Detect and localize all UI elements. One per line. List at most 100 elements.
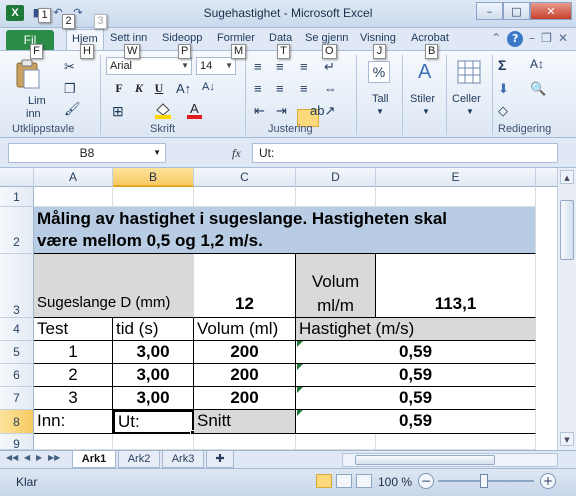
underline-button[interactable]: U (150, 79, 168, 97)
clear-icon[interactable]: ◇ (498, 103, 508, 119)
sheet-tab-ark3[interactable]: Ark3 (162, 451, 204, 468)
align-top-icon[interactable]: ≡ (254, 59, 262, 74)
fill-icon[interactable]: ⬇ (498, 81, 509, 97)
vertical-scroll-thumb[interactable] (560, 200, 574, 260)
cell-c5[interactable]: 200 (194, 341, 296, 364)
cell-c1[interactable] (194, 187, 296, 207)
cell-a5[interactable]: 1 (34, 341, 113, 364)
cell-a7[interactable]: 3 (34, 387, 113, 410)
sheet-tab-ark2[interactable]: Ark2 (118, 451, 160, 468)
column-header-e[interactable]: E (376, 168, 536, 187)
cell-c7[interactable]: 200 (194, 387, 296, 410)
cell-a1[interactable] (34, 187, 113, 207)
tab-review[interactable]: Se gjenn (305, 32, 348, 44)
align-left-icon[interactable]: ≡ (254, 81, 262, 96)
page-break-view-icon[interactable] (356, 474, 372, 488)
row-header-1[interactable]: 1 (0, 187, 34, 207)
font-size-select[interactable]: 14 ▼ (196, 57, 236, 75)
column-header-a[interactable]: A (34, 168, 113, 187)
horizontal-scroll-thumb[interactable] (355, 455, 495, 465)
cell-a4[interactable]: Test (34, 318, 113, 341)
cell-a8[interactable]: Inn: (34, 410, 113, 434)
cell-c8[interactable]: Snitt (194, 410, 296, 434)
column-header-c[interactable]: C (194, 168, 296, 187)
cell-b9[interactable] (113, 434, 194, 450)
name-box[interactable]: B8 ▼ (8, 143, 166, 163)
sort-filter-icon[interactable]: A↕ (530, 57, 544, 71)
tab-data[interactable]: Data (269, 32, 292, 44)
horizontal-scrollbar[interactable] (342, 453, 558, 467)
maximize-button[interactable]: □ (503, 2, 530, 20)
paste-label[interactable]: Lim (28, 95, 46, 107)
row-header-4[interactable]: 4 (0, 318, 34, 341)
column-header-d[interactable]: D (296, 168, 376, 187)
cell-d9[interactable] (296, 434, 376, 450)
close-button[interactable]: ✕ (530, 2, 572, 20)
cell-e3[interactable]: 113,1 (376, 254, 536, 318)
cell-e7[interactable]: 0,59 (296, 387, 536, 410)
format-painter-icon[interactable]: 🖌 (64, 101, 81, 117)
sheet-tab-ark1[interactable]: Ark1 (72, 451, 116, 468)
cell-b5[interactable]: 3,00 (113, 341, 194, 364)
font-name-select[interactable]: Arial ▼ (106, 57, 192, 75)
row-header-8[interactable]: 8 (0, 410, 34, 434)
font-color-icon[interactable]: A (186, 101, 204, 122)
first-sheet-icon[interactable]: ◀◀ (6, 453, 18, 462)
cell-e8[interactable]: 0,59 (296, 410, 536, 434)
cell-b8-active[interactable]: Ut: (113, 410, 194, 434)
insert-function-icon[interactable]: fx (232, 146, 241, 161)
zoom-in-button[interactable]: + (540, 473, 556, 489)
cell-a9[interactable] (34, 434, 113, 450)
percent-icon[interactable]: % (368, 61, 390, 83)
orientation-icon[interactable]: ab↗ (310, 103, 335, 119)
cell-a2-heading[interactable]: Måling av hastighet i sugeslange. Hastig… (34, 207, 536, 254)
doc-minimize-icon[interactable]: – (529, 31, 535, 47)
align-bottom-icon[interactable]: ≡ (300, 59, 308, 74)
tab-formulas[interactable]: Formler (217, 32, 255, 44)
cell-d3[interactable]: Volum ml/m (296, 254, 376, 318)
align-center-icon[interactable]: ≡ (276, 81, 284, 96)
find-select-icon[interactable]: 🔍 (530, 81, 546, 97)
zoom-out-button[interactable]: − (418, 473, 434, 489)
scroll-down-icon[interactable]: ▼ (560, 432, 574, 446)
bold-button[interactable]: F (110, 79, 128, 97)
cell-b6[interactable]: 3,00 (113, 364, 194, 387)
select-all-corner[interactable] (0, 168, 34, 187)
tab-view[interactable]: Visning (360, 32, 396, 44)
next-sheet-icon[interactable]: ▶ (36, 453, 42, 462)
cell-c4[interactable]: Volum (ml) (194, 318, 296, 341)
tab-acrobat[interactable]: Acrobat (411, 32, 449, 44)
cell-b1[interactable] (113, 187, 194, 207)
autosum-icon[interactable]: Σ (498, 57, 506, 73)
cell-e1[interactable] (376, 187, 536, 207)
paste-icon[interactable] (14, 59, 42, 91)
cell-d1[interactable] (296, 187, 376, 207)
row-header-2[interactable]: 2 (0, 207, 34, 254)
prev-sheet-icon[interactable]: ◀ (24, 453, 30, 462)
cell-e5[interactable]: 0,59 (296, 341, 536, 364)
styles-button[interactable]: Stiler (410, 93, 435, 105)
tab-insert[interactable]: Sett inn (110, 32, 147, 44)
doc-close-icon[interactable]: ✕ (558, 31, 568, 47)
zoom-level[interactable]: 100 % (378, 475, 412, 489)
scroll-up-icon[interactable]: ▲ (560, 170, 574, 184)
spreadsheet-grid[interactable]: A B C D E 1 2 3 4 5 6 7 8 9 Måling av ha… (0, 168, 576, 450)
doc-restore-icon[interactable]: ❐ (541, 31, 552, 47)
italic-button[interactable]: K (130, 79, 148, 97)
cell-a3[interactable]: Sugeslange D (mm) (34, 254, 194, 318)
shrink-font-icon[interactable]: A↓ (202, 81, 215, 93)
cell-a6[interactable]: 2 (34, 364, 113, 387)
tab-page-layout[interactable]: Sideopp (162, 32, 202, 44)
cell-e9[interactable] (376, 434, 536, 450)
cell-b4[interactable]: tid (s) (113, 318, 194, 341)
cut-icon[interactable]: ✂ (64, 59, 75, 75)
fill-color-icon[interactable] (154, 101, 174, 122)
zoom-slider-thumb[interactable] (480, 474, 488, 488)
cell-c3[interactable]: 12 (194, 254, 296, 318)
row-header-7[interactable]: 7 (0, 387, 34, 410)
align-right-icon[interactable]: ≡ (300, 81, 308, 96)
wrap-text-icon[interactable]: ↵ (324, 59, 335, 75)
paste-label-2[interactable]: inn (26, 108, 41, 120)
normal-view-icon[interactable] (316, 474, 332, 488)
help-icon[interactable]: ? (507, 31, 524, 47)
